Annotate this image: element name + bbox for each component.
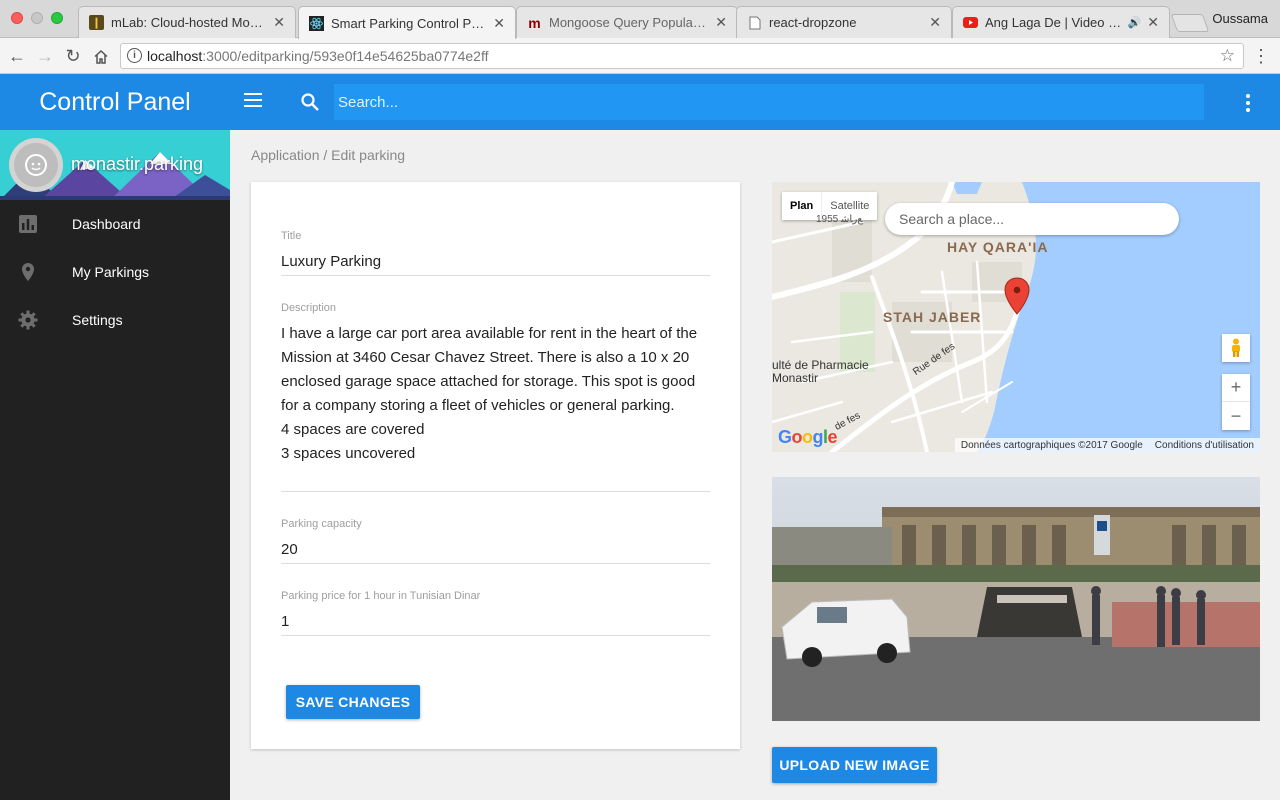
map-attribution: Données cartographiques ©2017 Google xyxy=(960,439,1143,451)
url-path: :3000/editparking/593e0f14e54625ba0774e2… xyxy=(202,48,489,64)
url-host: localhost xyxy=(147,48,203,64)
save-changes-button[interactable]: SAVE CHANGES xyxy=(286,685,420,719)
sidebar: Control Panel monastir.parking Dashboard… xyxy=(0,74,230,800)
browser-menu-icon[interactable]: ⋮ xyxy=(1252,46,1270,67)
window-close-button[interactable] xyxy=(11,12,23,24)
mlab-leaf-icon: ❙ xyxy=(89,15,104,30)
tab-label: mLab: Cloud-hosted MongoD xyxy=(111,15,268,30)
tab-label: Ang Laga De | Video Song xyxy=(985,15,1126,30)
browser-profile-name[interactable]: Oussama xyxy=(1212,11,1268,26)
map-label-street-arabic: ﻊﺭﺎﺷ 1955 xyxy=(816,214,863,225)
map-label-pharmacie: ulté de Pharmacie Monastir xyxy=(772,358,869,385)
new-tab-button[interactable] xyxy=(1170,14,1210,32)
price-label: Parking price for 1 hour in Tunisian Din… xyxy=(281,590,481,602)
face-icon xyxy=(25,154,47,176)
browser-tab-bar: ❙ mLab: Cloud-hosted MongoD ✕ Smart Park… xyxy=(0,0,1280,39)
youtube-icon xyxy=(963,15,978,30)
map-label-hay-qaraia: HAY QARA'IA xyxy=(947,239,1049,255)
tab-label: Mongoose Query Population xyxy=(549,15,710,30)
map-label-stah-jaber: STAH JABER xyxy=(883,309,982,325)
map-attribution-bar: Données cartographiques ©2017 Google Con… xyxy=(954,438,1260,452)
close-icon[interactable]: ✕ xyxy=(1147,14,1159,31)
capacity-label: Parking capacity xyxy=(281,518,362,530)
price-field[interactable]: Parking price for 1 hour in Tunisian Din… xyxy=(281,590,710,636)
back-arrow-icon[interactable]: ← xyxy=(6,45,28,67)
sidebar-item-dashboard[interactable]: Dashboard xyxy=(0,200,230,248)
browser-tab-smart-parking[interactable]: Smart Parking Control Panel ✕ xyxy=(298,6,516,39)
sidebar-item-settings[interactable]: Settings xyxy=(0,296,230,344)
sidebar-title: Control Panel xyxy=(0,74,230,130)
browser-tab-mongoose[interactable]: m Mongoose Query Population ✕ xyxy=(516,6,738,38)
window-zoom-button[interactable] xyxy=(51,12,63,24)
page-icon xyxy=(747,15,762,30)
browser-toolbar: ← → ↻ i localhost:3000/editparking/593e0… xyxy=(0,38,1280,74)
browser-tab-react-dropzone[interactable]: react-dropzone ✕ xyxy=(736,6,952,38)
zoom-control: + − xyxy=(1222,374,1250,430)
edit-parking-form: Title Luxury Parking Description I have … xyxy=(251,182,740,749)
tab-label: Smart Parking Control Panel xyxy=(331,15,488,31)
capacity-field[interactable]: Parking capacity 20 xyxy=(281,518,710,564)
sidebar-item-my-parkings[interactable]: My Parkings xyxy=(0,248,230,296)
zoom-out-button[interactable]: − xyxy=(1222,402,1250,430)
price-input[interactable]: 1 xyxy=(281,610,710,634)
map-view[interactable]: Plan Satellite ﻊﺭﺎﺷ 1955 Search a place.… xyxy=(772,182,1260,452)
close-icon[interactable]: ✕ xyxy=(715,14,727,31)
map-terms-link[interactable]: Conditions d'utilisation xyxy=(1155,440,1254,451)
avatar[interactable] xyxy=(9,138,63,192)
google-logo[interactable]: Google xyxy=(778,427,838,448)
breadcrumb: Application / Edit parking xyxy=(251,147,406,163)
title-field[interactable]: Title Luxury Parking xyxy=(281,230,710,276)
browser-tab-mlab[interactable]: ❙ mLab: Cloud-hosted MongoD ✕ xyxy=(78,6,296,38)
profile-name: monastir.parking xyxy=(71,154,204,174)
bookmark-star-icon[interactable]: ☆ xyxy=(1220,46,1235,66)
address-bar[interactable]: i localhost:3000/editparking/593e0f14e54… xyxy=(120,43,1244,69)
sidebar-item-label: Dashboard xyxy=(72,216,141,232)
street-view-pegman-icon[interactable] xyxy=(1222,334,1250,362)
more-vert-icon[interactable] xyxy=(1246,94,1250,112)
speaker-icon[interactable]: 🔊 xyxy=(1128,16,1142,29)
sidebar-item-label: My Parkings xyxy=(72,264,150,280)
capacity-input[interactable]: 20 xyxy=(281,538,710,562)
bar-chart-icon xyxy=(0,214,72,234)
browser-tab-youtube[interactable]: Ang Laga De | Video Song 🔊 ✕ xyxy=(952,6,1170,38)
close-icon[interactable]: ✕ xyxy=(493,15,505,32)
location-pin-icon xyxy=(0,262,72,282)
info-icon[interactable]: i xyxy=(127,48,142,63)
hamburger-menu-icon[interactable] xyxy=(244,93,262,107)
tab-label: react-dropzone xyxy=(769,15,857,30)
react-icon xyxy=(309,15,324,31)
parking-photo xyxy=(772,477,1260,721)
gear-icon xyxy=(0,310,72,330)
place-search-input[interactable]: Search a place... xyxy=(885,203,1179,235)
upload-new-image-button[interactable]: UPLOAD NEW IMAGE xyxy=(772,747,937,783)
reload-icon[interactable]: ↻ xyxy=(62,45,84,67)
mongoose-m-icon: m xyxy=(528,14,541,31)
description-textarea[interactable]: I have a large car port area available f… xyxy=(281,322,710,466)
title-input[interactable]: Luxury Parking xyxy=(281,250,710,274)
close-icon[interactable]: ✕ xyxy=(273,14,285,31)
profile-banner: monastir.parking xyxy=(0,130,230,200)
sidebar-item-label: Settings xyxy=(72,312,123,328)
app-bar: Search... xyxy=(230,74,1280,130)
description-label: Description xyxy=(281,302,337,314)
search-icon[interactable] xyxy=(300,92,320,117)
zoom-in-button[interactable]: + xyxy=(1222,374,1250,402)
window-minimize-button[interactable] xyxy=(31,12,43,24)
forward-arrow-icon[interactable]: → xyxy=(34,45,56,67)
title-label: Title xyxy=(281,230,302,242)
home-icon[interactable] xyxy=(90,45,112,67)
description-field[interactable]: Description I have a large car port area… xyxy=(281,302,710,492)
close-icon[interactable]: ✕ xyxy=(929,14,941,31)
search-input[interactable]: Search... xyxy=(334,84,1204,120)
